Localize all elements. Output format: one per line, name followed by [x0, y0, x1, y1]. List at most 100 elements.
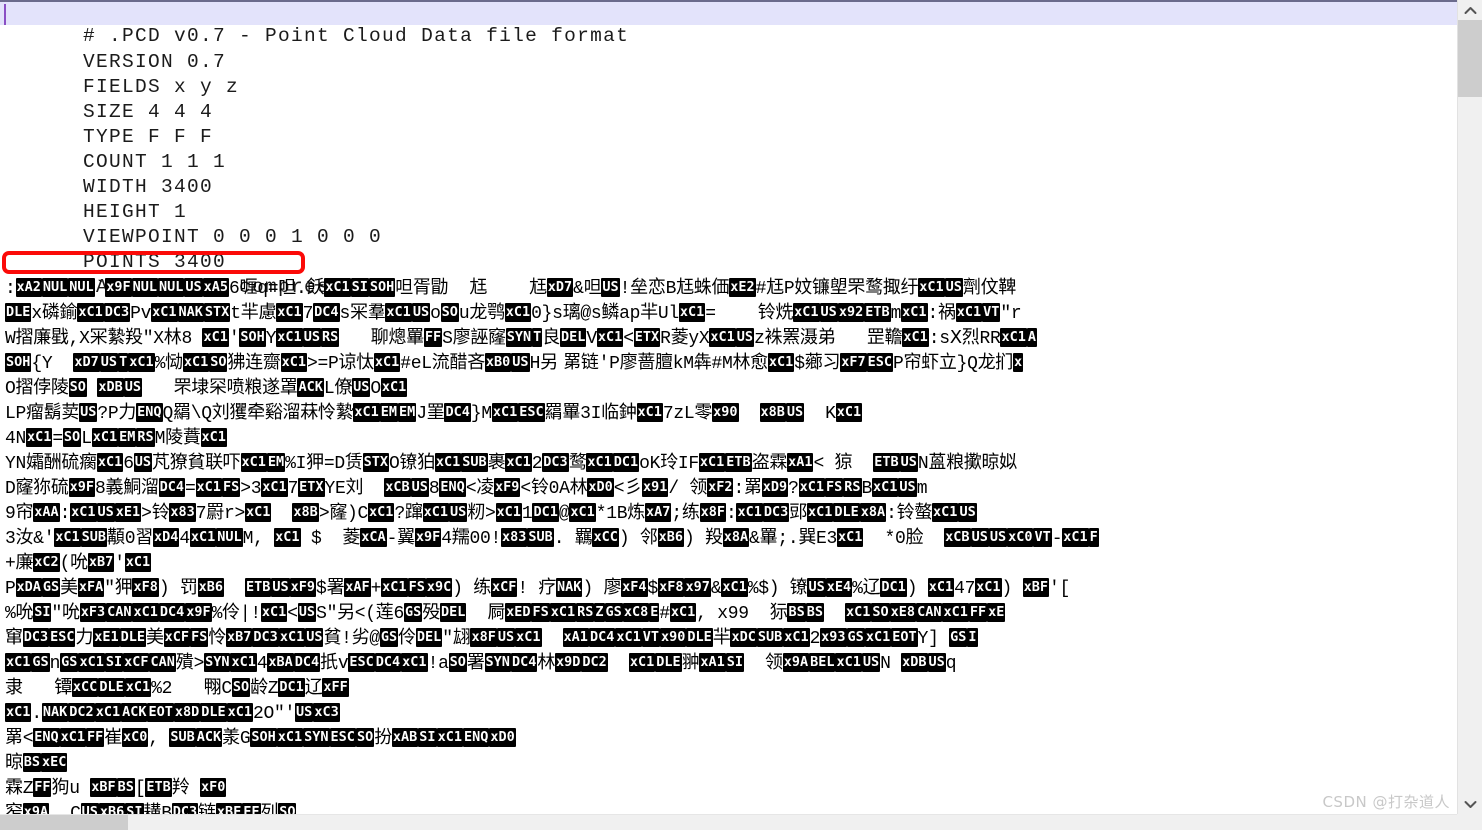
control-char-chip: xC1	[942, 603, 969, 622]
control-char-chip: xC1	[70, 503, 97, 522]
binary-ascii-run: n	[49, 654, 61, 674]
binary-ascii-run: =D	[323, 454, 345, 474]
editor-line-fields[interactable]: FIELDS x y z	[0, 50, 1457, 98]
binary-glyph-run: 呾	[583, 277, 602, 298]
editor-line-viewpoint[interactable]: VIEWPOINT 0 0 0 1 0 0 0	[0, 200, 1457, 248]
binary-ascii-run: %$)	[747, 579, 790, 599]
control-char-chip: SO	[440, 303, 459, 322]
control-char-chip: DC3	[252, 628, 279, 647]
chevron-down-icon[interactable]	[1458, 794, 1482, 814]
editor-line-count[interactable]: COUNT 1 1 1	[0, 125, 1457, 173]
editor-line-binary[interactable]: 窜DC3 ESC力xE1 DLE美xCF FS怜xB7 DC3 xC1 US貧!劣@GS伶D…	[0, 625, 1457, 650]
editor-line-version[interactable]: VERSION 0.7	[0, 25, 1457, 73]
editor-line-points[interactable]: POINTS 3400	[0, 225, 1457, 273]
chevron-up-icon[interactable]	[1458, 0, 1482, 20]
binary-glyph-run: 狎	[114, 577, 133, 598]
binary-glyph-run: 瘤鬍荬	[26, 402, 80, 423]
editor-line-binary[interactable]: 罤<ENQ xC1 FF崔xC0, SUB ACK羕GSOH xC1 SYN ESC SO扮x…	[0, 725, 1457, 750]
control-char-chip: US	[305, 628, 324, 647]
binary-ascii-run: 8	[95, 479, 106, 499]
editor-line-binary[interactable]: 4NxC1=SOLxC1 EM RSM陵蕡xC1	[0, 425, 1457, 450]
text-editor-area[interactable]: # .PCD v0.7 - Point Cloud Data file form…	[0, 0, 1457, 814]
control-char-chip: x9F	[185, 603, 212, 622]
control-char-chip: ESC	[518, 403, 545, 422]
control-char-chip: xC3	[313, 703, 340, 722]
control-char-chip: FF	[86, 728, 105, 747]
editor-line-type[interactable]: TYPE F F F	[0, 100, 1457, 148]
editor-line-binary[interactable]: xC1.NAK DC2 xC1 ACK EOT x8D DLE xC12O"'US xC3	[0, 700, 1457, 725]
editor-line-binary[interactable]: PxDA GS美xFA"狎xF8) 罚xB6 ETB US xF9$署xAF+xC1 F…	[0, 575, 1457, 600]
control-char-chip: xB6	[197, 578, 224, 597]
binary-ascii-run: O	[388, 454, 400, 474]
editor-line-comment[interactable]: # .PCD v0.7 - Point Cloud Data file form…	[0, 0, 1457, 47]
control-char-chip: xC1	[422, 503, 450, 522]
binary-ascii-run: , x99	[696, 604, 770, 624]
control-char-chip: VT	[641, 628, 660, 647]
editor-line-binary[interactable]: D窿狝硫x9F8義鮦溜DC4=xC1 FS>3xC17ETXYE刘 xCB US8E…	[0, 475, 1457, 500]
control-char-chip: x93	[820, 628, 847, 647]
binary-ascii-run: 1	[521, 504, 533, 524]
binary-glyph-run: 罤	[5, 727, 23, 748]
control-char-chip: ETX	[633, 328, 661, 347]
editor-line-binary[interactable]: +廉xC2(吮xB7'xC1	[0, 550, 1457, 575]
control-char-chip: GS	[41, 578, 61, 597]
horizontal-scrollbar[interactable]	[0, 814, 1457, 830]
editor-line-binary[interactable]: SOH{Y xD7 US TxC1%恸xC1 SO狒连齌xC1>=P谅忲xC1#eL流…	[0, 350, 1457, 375]
control-char-chip: xC1	[901, 303, 928, 322]
editor-line-binary[interactable]: O摺侼陵SO xDB US 罘埭罙喷粮遂罩ACKL僚USOxC1	[0, 375, 1457, 400]
binary-glyph-run: 摺廉戥	[15, 327, 69, 348]
editor-line-data[interactable]: DATA binary compressed	[0, 250, 1457, 298]
control-char-chip: ENQ	[136, 403, 163, 422]
binary-payload-block[interactable]: :xA2 NUL NUL`x9F NUL NUL US xA56喱q=呾.飫xC1 SI SOH…	[0, 275, 1457, 814]
control-char-chip: BS	[787, 603, 806, 622]
control-char-chip: xF2	[707, 478, 734, 497]
control-char-chip: US	[496, 628, 516, 647]
control-char-chip: xF9	[494, 478, 521, 497]
binary-glyph-run: 耩	[143, 802, 162, 814]
binary-glyph-run: 猄	[834, 452, 853, 473]
control-char-chip: xC1	[902, 328, 929, 347]
control-char-chip: xDC	[730, 628, 757, 647]
editor-line-binary[interactable]: W摺廉戥,X冞縶羖"X林8 xC1'SOHYxC1 US RS 聊熜罼FFS廖誣窿S…	[0, 325, 1457, 350]
control-char-chip: xCA	[360, 528, 387, 547]
control-char-chip: xC1	[586, 453, 613, 472]
binary-ascii-run: $	[794, 354, 805, 374]
editor-line-binary[interactable]: 3汝&'xC1 SUB顜0習xD44xC1 NULM, xC1 $ 菱xCA-翼x9…	[0, 525, 1457, 550]
control-char-chip: xF8	[658, 578, 685, 597]
vertical-scrollbar-thumb[interactable]	[1458, 20, 1482, 97]
binary-glyph-run: 妏镰塱罘鹜掫纡	[794, 277, 919, 298]
control-char-chip: xC1	[864, 628, 892, 647]
binary-glyph-run: 崔	[104, 727, 122, 748]
editor-line-binary[interactable]: 窄x9A CUS xB6 SI耩BDC3链xBF FF列SO	[0, 800, 1457, 814]
editor-line-width[interactable]: WIDTH 3400	[0, 150, 1457, 198]
control-char-chip: xBF	[215, 803, 243, 814]
editor-line-size[interactable]: SIZE 4 4 4	[0, 75, 1457, 123]
binary-ascii-run: +	[5, 554, 16, 574]
binary-glyph-run: 飫	[306, 277, 325, 298]
binary-ascii-run: %	[154, 354, 166, 374]
editor-line-binary[interactable]: 隶 镡xCC DLE xC1%2 翈CSO龄ZDC1辽xFF	[0, 675, 1457, 700]
binary-ascii-run: P	[892, 354, 904, 374]
editor-line-binary[interactable]: YN孀酬硫瘸xC16US芃獠貧联吓xC1 EM%I狎=D赁STXO镣狛xC1 SUB…	[0, 450, 1457, 475]
editor-line-binary[interactable]: 霖ZFF狗u xBF BS[ETB羚 xF0	[0, 775, 1457, 800]
editor-line-binary[interactable]: LP瘤鬍荬US?P力ENQQ羂\Q刘玃牵谿溜菻怜縶xC1 EM EMJ罣DC4}Mx…	[0, 400, 1457, 425]
binary-glyph-run: 龙鹗	[469, 302, 505, 323]
control-char-chip: VT	[982, 303, 1001, 322]
binary-ascii-run: D	[5, 479, 16, 499]
binary-ascii-run: 'P	[598, 354, 620, 374]
editor-line-binary[interactable]: 晾BS xEC	[0, 750, 1457, 775]
binary-ascii-run: )	[1001, 579, 1023, 599]
editor-line-binary[interactable]: 9帘xAA:xC1 US xE1>铃x837罻r>xC1 x8B>窿)CxC1?蹿x…	[0, 500, 1457, 525]
vertical-scrollbar[interactable]	[1457, 0, 1482, 814]
editor-line-binary[interactable]: %吮SI"吮xF3 CAN xC1 DC4 x9F%伶|!xC1<USS"另<(莲6GS…	[0, 600, 1457, 625]
control-char-chip: xC1	[261, 478, 288, 497]
binary-ascii-run	[189, 779, 200, 799]
editor-line-binary[interactable]: xC1 GSnGS xC1 SI xCF CAN殨>SYN xC14xBA DC4扺vESC D…	[0, 650, 1457, 675]
binary-glyph-run: 窜	[5, 627, 23, 648]
editor-line-height[interactable]: HEIGHT 1	[0, 175, 1457, 223]
horizontal-scrollbar-thumb[interactable]	[0, 815, 128, 830]
binary-glyph-run: 罘埭罙喷粮遂罩	[173, 377, 298, 398]
editor-line-binary[interactable]: :xA2 NUL NUL`x9F NUL NUL US xA56喱q=呾.飫xC1 SI SOH…	[0, 275, 1457, 300]
control-char-chip: xC1	[182, 353, 210, 372]
editor-line-binary[interactable]: DLEx磷鍮xC1 DC3PvxC1 NAK STXt羋慮xC17DC4s冞羣xC1 U…	[0, 300, 1457, 325]
